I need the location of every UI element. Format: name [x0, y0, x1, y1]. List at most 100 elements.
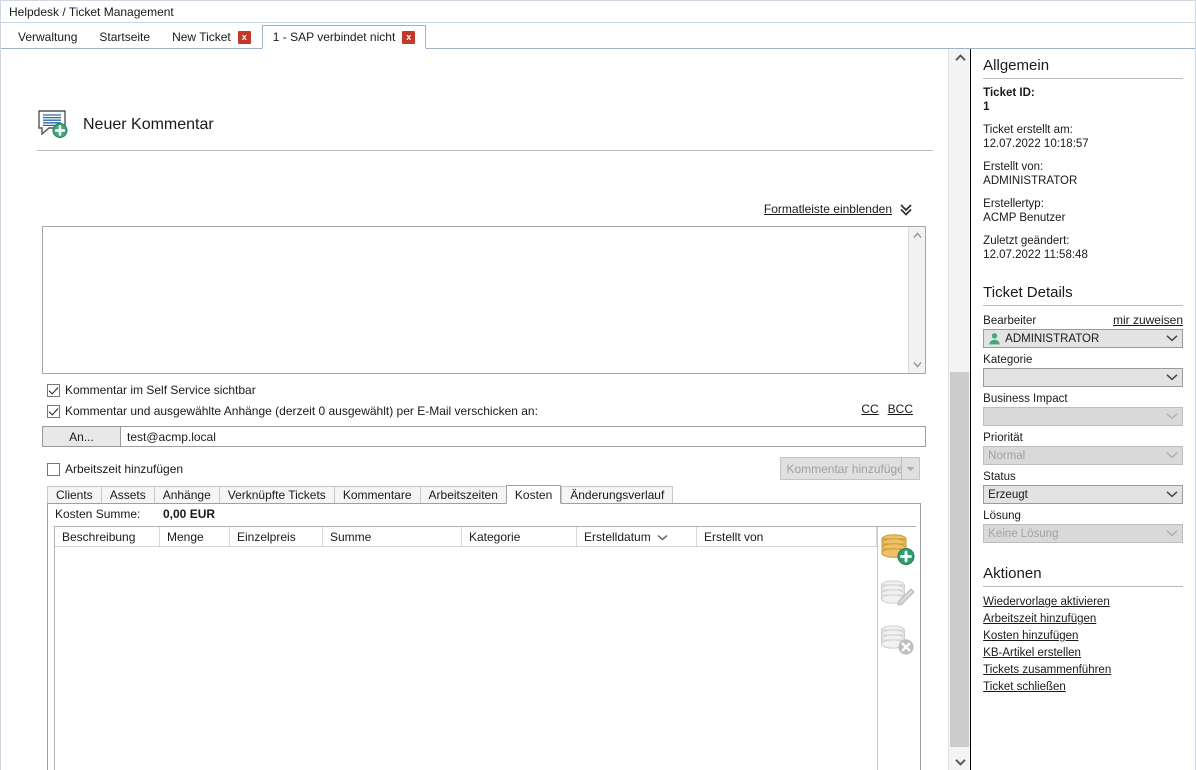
coins-delete-icon — [878, 621, 916, 660]
detail-fields: Bearbeitermir zuweisen ADMINISTRATOR Kateg… — [983, 313, 1183, 543]
kosten-panel: Kosten Summe: 0,00 EUR Beschreibung Menge… — [47, 504, 921, 770]
detail-tab-clients[interactable]: Clients — [47, 486, 101, 503]
tab-verwaltung[interactable]: Verwaltung — [7, 26, 88, 48]
column-header-kategorie[interactable]: Kategorie — [462, 527, 577, 546]
field-priorit-t: PrioritätNormal — [983, 432, 1183, 465]
kosten-grid: Beschreibung Menge Einzelpreis Summe Kategor… — [54, 526, 916, 770]
field-label-row: Bearbeitermir zuweisen — [983, 313, 1183, 327]
add-comment-button[interactable]: Kommentar hinzufügen — [780, 457, 917, 480]
column-header-erstellt-von[interactable]: Erstellt von — [697, 527, 877, 546]
add-worktime-checkbox[interactable] — [47, 463, 60, 476]
action-ticket-schließen[interactable]: Ticket schließen — [983, 679, 1183, 696]
select-value: Erzeugt — [988, 489, 1028, 501]
editor-scroll-down-icon[interactable] — [909, 356, 926, 373]
details-section-title: Ticket Details — [983, 284, 1183, 306]
comment-add-icon — [37, 109, 71, 141]
info-field: Ticket ID:1 — [983, 86, 1183, 114]
column-header-label: Einzelpreis — [237, 530, 296, 544]
coins-add-icon[interactable] — [878, 531, 916, 570]
tab-1-sap-verbindet-nicht[interactable]: 1 - SAP verbindet nichtx — [262, 25, 427, 49]
tab-close-icon[interactable]: x — [238, 31, 251, 44]
column-header-menge[interactable]: Menge — [160, 527, 230, 546]
actions-list: Wiedervorlage aktivierenArbeitszeit hinz… — [983, 594, 1183, 696]
actions-section-title: Aktionen — [983, 565, 1183, 587]
send-email-row[interactable]: Kommentar und ausgewählte Anhänge (derze… — [47, 404, 538, 418]
detail-tab-nderungsverlauf[interactable]: Änderungsverlauf — [561, 486, 673, 503]
column-header-einzelpreis[interactable]: Einzelpreis — [230, 527, 323, 546]
recipient-input[interactable] — [121, 426, 926, 447]
page-scroll-up-icon[interactable] — [949, 49, 971, 66]
action-wiedervorlage-aktivieren[interactable]: Wiedervorlage aktivieren — [983, 594, 1183, 611]
field-bearbeiter: Bearbeitermir zuweisen ADMINISTRATOR — [983, 313, 1183, 348]
detail-tab-anh-nge[interactable]: Anhänge — [154, 486, 219, 503]
field-business-impact: Business Impact — [983, 393, 1183, 426]
chevron-down-icon[interactable] — [1166, 333, 1178, 345]
chevron-double-down-icon[interactable] — [899, 202, 913, 216]
detail-tab-kommentare[interactable]: Kommentare — [334, 486, 420, 503]
page-scroll-down-icon[interactable] — [949, 753, 971, 770]
page-scrollbar[interactable] — [948, 49, 970, 770]
format-bar-toggle[interactable]: Formatleiste einblenden — [764, 202, 913, 216]
tab-label: Verwaltung — [18, 27, 77, 48]
kosten-summary: Kosten Summe: 0,00 EUR — [48, 504, 920, 523]
comment-editor[interactable] — [42, 226, 926, 374]
bcc-link[interactable]: BCC — [888, 402, 913, 416]
info-field-value: ACMP Benutzer — [983, 211, 1183, 225]
detail-tab-strip: ClientsAssetsAnhängeVerknüpfte TicketsKo… — [47, 486, 921, 504]
ticket-detail-pane: Neuer Kommentar Formatleiste einblenden — [1, 49, 971, 770]
column-header-beschreibung[interactable]: Beschreibung — [55, 527, 160, 546]
format-bar-link[interactable]: Formatleiste einblenden — [764, 202, 892, 216]
tab-close-icon[interactable]: x — [402, 31, 415, 44]
action-arbeitszeit-hinzufügen[interactable]: Arbeitszeit hinzufügen — [983, 611, 1183, 628]
tab-startseite[interactable]: Startseite — [88, 26, 161, 48]
info-field-value: ADMINISTRATOR — [983, 174, 1183, 188]
editor-scrollbar[interactable] — [908, 227, 925, 373]
detail-tab-arbeitszeiten[interactable]: Arbeitszeiten — [420, 486, 506, 503]
page-scroll-thumb[interactable] — [950, 372, 969, 747]
application-window: Helpdesk / Ticket Management VerwaltungS… — [0, 0, 1196, 770]
detail-tab-verkn-pfte-tickets[interactable]: Verknüpfte Tickets — [219, 486, 334, 503]
select-bearbeiter[interactable]: ADMINISTRATOR — [983, 329, 1183, 348]
detail-tab-kosten[interactable]: Kosten — [506, 485, 561, 504]
kosten-grid-toolbar — [877, 527, 916, 770]
action-tickets-zusammenführen[interactable]: Tickets zusammenführen — [983, 662, 1183, 679]
section-title: Neuer Kommentar — [83, 116, 214, 134]
add-worktime-row[interactable]: Arbeitszeit hinzufügen — [47, 462, 183, 476]
add-comment-dropdown-button[interactable] — [901, 457, 920, 480]
sort-chevron-down-icon[interactable] — [657, 530, 668, 544]
column-header-label: Erstellt von — [704, 530, 763, 544]
add-worktime-label: Arbeitszeit hinzufügen — [65, 462, 183, 476]
column-header-label: Kategorie — [469, 530, 520, 544]
tab-new-ticket[interactable]: New Ticketx — [161, 26, 262, 48]
cc-link[interactable]: CC — [861, 402, 878, 416]
assign-to-me-link[interactable]: mir zuweisen — [1113, 313, 1183, 327]
selfservice-visible-row[interactable]: Kommentar im Self Service sichtbar — [47, 383, 256, 397]
ticket-info-sidebar: Allgemein Ticket ID:1 Ticket erstellt am:… — [971, 49, 1195, 770]
main-content: Neuer Kommentar Formatleiste einblenden — [1, 49, 1195, 770]
selfservice-visible-checkbox[interactable] — [47, 384, 60, 397]
info-field: Ticket erstellt am:12.07.2022 10:18:57 — [983, 123, 1183, 151]
field-label: Business Impact — [983, 393, 1067, 405]
column-header-label: Menge — [167, 530, 204, 544]
column-header-erstelldatum[interactable]: Erstelldatum — [577, 527, 697, 546]
editor-scroll-up-icon[interactable] — [909, 227, 926, 244]
action-kb-artikel-erstellen[interactable]: KB-Artikel erstellen — [983, 645, 1183, 662]
column-header-summe[interactable]: Summe — [323, 527, 462, 546]
action-kosten-hinzufügen[interactable]: Kosten hinzufügen — [983, 628, 1183, 645]
select-priorit-t: Normal — [983, 446, 1183, 465]
chevron-down-icon — [1166, 450, 1178, 462]
field-label-row: Lösung — [983, 510, 1183, 522]
chevron-down-icon[interactable] — [1166, 372, 1178, 384]
select-status[interactable]: Erzeugt — [983, 485, 1183, 504]
field-label-row: Kategorie — [983, 354, 1183, 366]
chevron-down-icon[interactable] — [1166, 489, 1178, 501]
select-kategorie[interactable] — [983, 368, 1183, 387]
recipient-picker-button[interactable]: An... — [42, 426, 121, 447]
info-field-label: Zuletzt geändert: — [983, 234, 1183, 248]
send-email-checkbox[interactable] — [47, 405, 60, 418]
info-field-value: 1 — [983, 100, 1183, 114]
field-status: StatusErzeugt — [983, 471, 1183, 504]
detail-tab-assets[interactable]: Assets — [101, 486, 154, 503]
info-field-label: Erstellertyp: — [983, 197, 1183, 211]
general-section-title: Allgemein — [983, 57, 1183, 79]
